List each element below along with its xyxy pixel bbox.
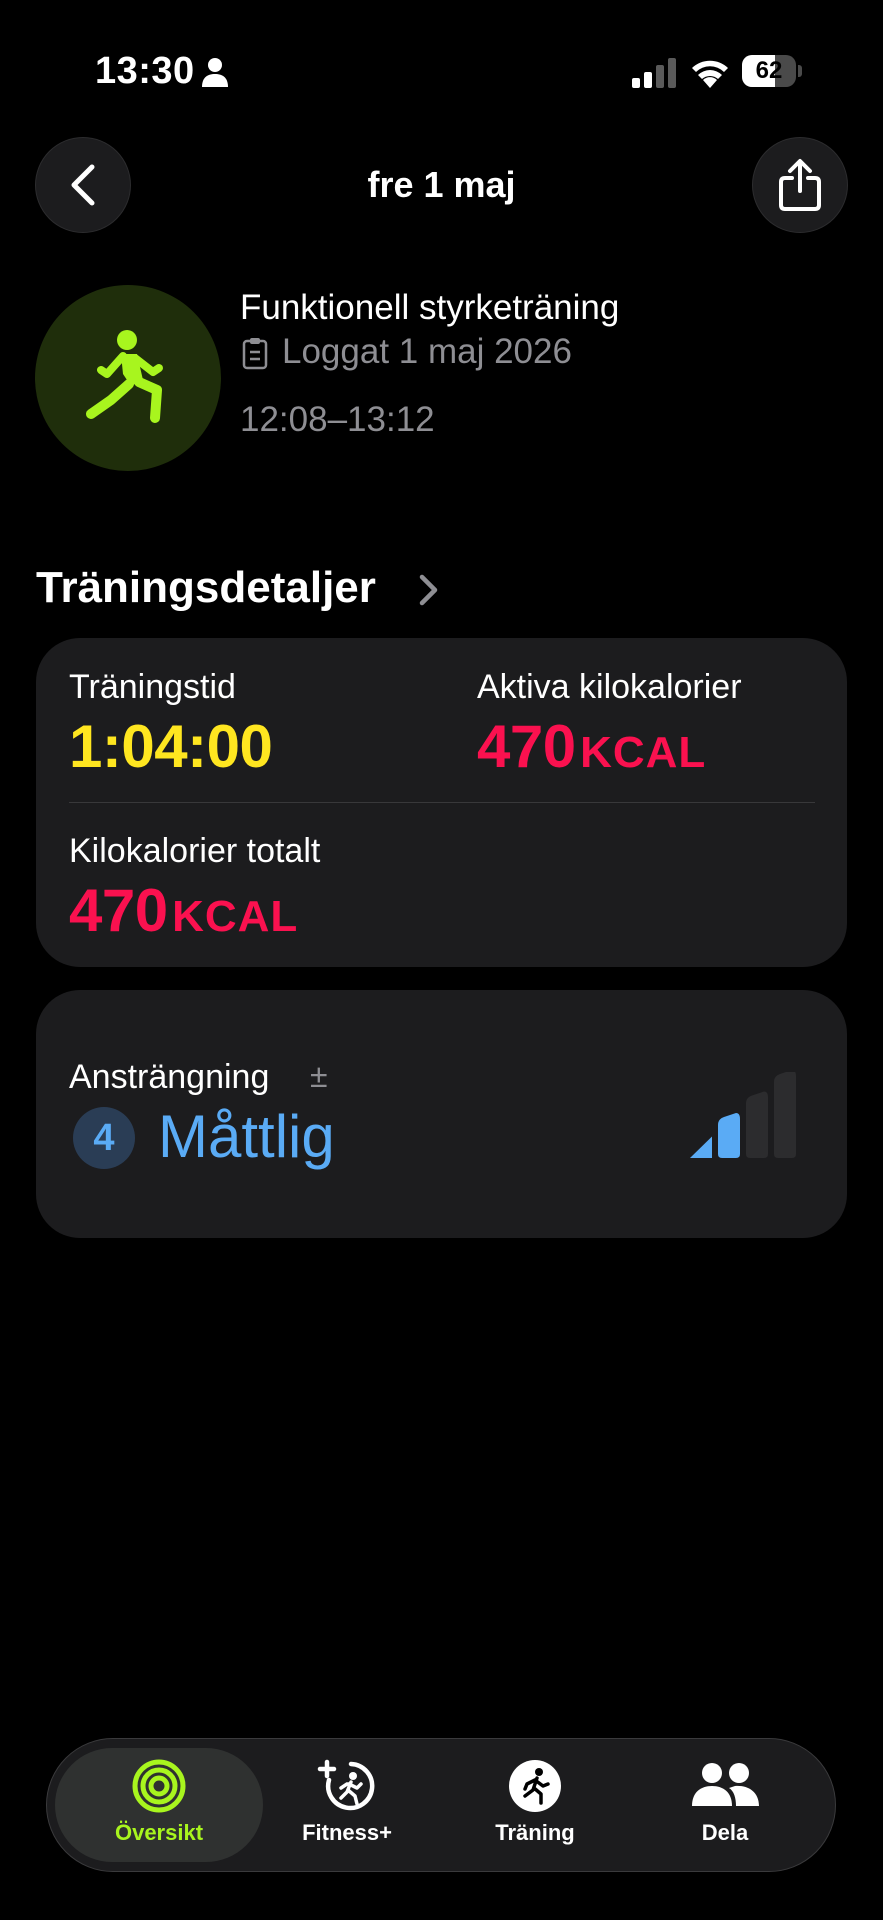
duration-label: Träningstid [69, 668, 236, 706]
effort-adjust-icon[interactable]: ± [310, 1058, 328, 1095]
tab-share[interactable]: Dela [630, 1758, 820, 1858]
effort-level-badge: 4 [73, 1107, 135, 1169]
total-calories-unit: KCAL [172, 892, 299, 941]
tab-label: Översikt [114, 1820, 204, 1845]
tab-label: Träning [495, 1820, 575, 1845]
logged-date: Loggat 1 maj 2026 [282, 332, 572, 371]
effort-label: Ansträngning [69, 1058, 270, 1096]
functional-strength-icon [86, 330, 163, 423]
tab-overview[interactable]: Översikt [64, 1758, 254, 1858]
workout-name: Funktionell styrketräning [240, 288, 620, 327]
chevron-right-icon[interactable] [418, 573, 440, 607]
cellular-signal-icon [632, 58, 676, 88]
tab-label: Fitness+ [302, 1820, 392, 1845]
clipboard-icon [242, 338, 268, 370]
tab-fitness-plus[interactable]: Fitness+ [252, 1758, 442, 1858]
active-calories-unit: KCAL [580, 728, 707, 777]
effort-bar [690, 1136, 712, 1158]
wifi-icon [692, 60, 728, 88]
effort-value: Måttlig [158, 1103, 335, 1170]
activity-rings-icon [132, 1759, 186, 1813]
total-calories-value: 470 KCAL [69, 876, 298, 945]
people-icon [692, 1763, 759, 1806]
person-icon [202, 58, 228, 87]
page-title: fre 1 maj [367, 164, 516, 205]
effort-bars-icon [690, 1072, 796, 1158]
workout-type-icon [35, 285, 221, 471]
active-calories-label: Aktiva kilokalorier [477, 668, 742, 706]
running-figure-icon [509, 1760, 561, 1812]
effort-bar [746, 1091, 768, 1158]
tab-workouts[interactable]: Träning [440, 1758, 630, 1858]
effort-bar [774, 1072, 796, 1158]
divider [69, 802, 815, 803]
tab-label: Dela [701, 1820, 749, 1845]
active-calories-number: 470 [477, 713, 576, 780]
status-time: 13:30 [95, 50, 195, 92]
effort-bar [718, 1113, 740, 1158]
share-icon [779, 159, 821, 211]
share-button[interactable] [752, 137, 848, 233]
total-calories-label: Kilokalorier totalt [69, 832, 321, 870]
section-title-training-details[interactable]: Träningsdetaljer [36, 563, 376, 613]
fitness-plus-icon [317, 1759, 375, 1811]
battery-indicator: 62 [742, 55, 802, 87]
active-calories-value: 470 KCAL [477, 712, 706, 781]
duration-value: 1:04:00 [69, 713, 273, 780]
total-calories-number: 470 [69, 877, 168, 944]
battery-percent: 62 [755, 57, 783, 84]
workout-time-range: 12:08–13:12 [240, 400, 435, 439]
